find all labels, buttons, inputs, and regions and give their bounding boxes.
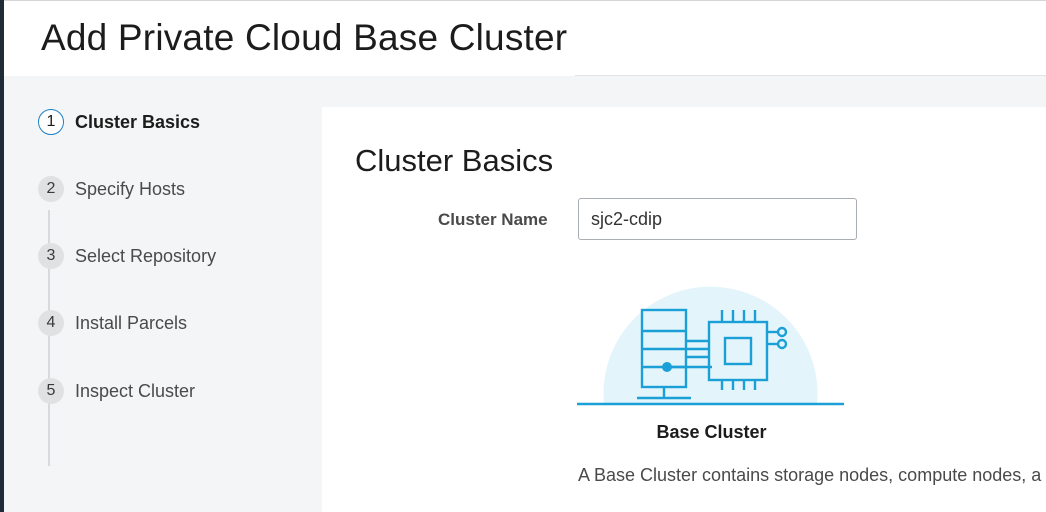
- step-number-badge: 5: [38, 378, 64, 404]
- section-title: Cluster Basics: [355, 143, 554, 178]
- step-cluster-basics[interactable]: 1 Cluster Basics: [38, 108, 200, 136]
- step-install-parcels[interactable]: 4 Install Parcels: [38, 309, 187, 337]
- header-divider: [575, 75, 1046, 76]
- step-label: Install Parcels: [75, 312, 188, 333]
- page-title: Add Private Cloud Base Cluster: [41, 17, 568, 58]
- card-description: A Base Cluster contains storage nodes, c…: [578, 465, 1042, 485]
- step-number-badge: 4: [38, 310, 64, 336]
- step-number-badge: 1: [38, 109, 64, 135]
- step-inspect-cluster[interactable]: 5 Inspect Cluster: [38, 377, 195, 405]
- step-label: Cluster Basics: [75, 111, 201, 132]
- step-number-badge: 2: [38, 176, 64, 202]
- step-select-repository[interactable]: 3 Select Repository: [38, 242, 216, 270]
- step-number-badge: 3: [38, 243, 64, 269]
- step-label: Inspect Cluster: [75, 380, 196, 401]
- main-content-panel: Cluster Basics Cluster Name sjc2-cdip Ba…: [322, 107, 1046, 512]
- wizard-steps-sidebar: 1 Cluster Basics 2 Specify Hosts 3 Selec…: [4, 76, 322, 512]
- header-divider: [4, 0, 1046, 1]
- base-cluster-icon[interactable]: [577, 272, 847, 407]
- card-title: Base Cluster: [656, 422, 767, 442]
- step-specify-hosts[interactable]: 2 Specify Hosts: [38, 175, 185, 203]
- cluster-name-label: Cluster Name: [438, 210, 548, 229]
- page-header: Add Private Cloud Base Cluster: [4, 0, 1046, 76]
- step-label: Specify Hosts: [75, 178, 186, 199]
- step-label: Select Repository: [75, 245, 217, 266]
- cluster-name-input[interactable]: [578, 198, 857, 240]
